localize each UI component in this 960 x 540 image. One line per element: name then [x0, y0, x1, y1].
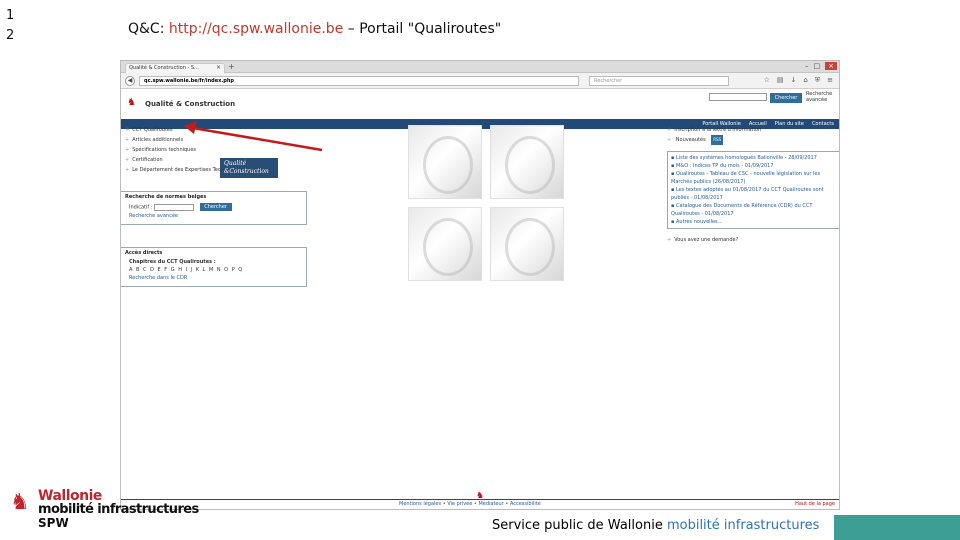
site-search-input[interactable] — [709, 93, 767, 101]
left-menu: CCT Qualiroutes Articles additionnels Sp… — [125, 125, 310, 175]
normes-box-title: Recherche de normes belges — [125, 194, 207, 200]
back-to-top-link[interactable]: Haut de la page — [795, 501, 835, 507]
browser-search-placeholder: Rechercher — [594, 78, 623, 84]
browser-nav-bar: ◀ qc.spw.wallonie.be/fr/index.php Recher… — [121, 73, 839, 89]
menu-item-det[interactable]: Le Département des Expertises Techniques… — [125, 165, 310, 175]
news-item[interactable]: Catalogue des Documents de Référence (CD… — [671, 202, 836, 218]
browser-toolbar: ☆ ▤ ↓ ⌂ ⛨ ≡ — [764, 76, 833, 85]
menu-item-cct-qualiroutes[interactable]: CCT Qualiroutes — [125, 125, 310, 135]
photo-tile — [490, 207, 564, 281]
slide-number-list: 1 2 — [6, 6, 14, 46]
download-icon[interactable]: ↓ — [791, 76, 797, 85]
title-suffix: – Portail "Qualiroutes" — [343, 21, 502, 37]
site-header: ♞ Qualité & Construction Chercher Recher… — [121, 89, 839, 119]
news-item[interactable]: Les textes adoptés au 01/08/2017 du CCT … — [671, 186, 836, 202]
browser-search-input[interactable]: Rechercher — [589, 76, 729, 86]
slide-footer-text: Service public de Wallonie mobilité infr… — [492, 518, 819, 533]
menu-icon[interactable]: ≡ — [827, 76, 833, 85]
normes-indicatif-row: Indicatif : Chercher — [121, 202, 306, 212]
site-search-button[interactable]: Chercher — [770, 93, 802, 103]
brand-mobilite: mobilité infrastructures — [38, 502, 199, 517]
window-controls: – □ × — [805, 62, 837, 70]
menu-item-certification[interactable]: Certification — [125, 155, 310, 165]
nouveautes-link[interactable]: Nouveautés — [676, 137, 706, 143]
photo-grid — [408, 125, 566, 285]
normes-search-box: Recherche de normes belges Indicatif : C… — [121, 191, 307, 225]
address-text: qc.spw.wallonie.be/fr/index.php — [144, 78, 234, 84]
normes-search-button[interactable]: Chercher — [199, 203, 232, 211]
title-prefix: Q&C: — [128, 21, 169, 37]
indicatif-input[interactable] — [154, 203, 194, 211]
brand-spw: SPW — [38, 516, 69, 530]
footer-accent: mobilité infrastructures — [666, 518, 820, 533]
slide-number: 1 — [6, 8, 15, 23]
shield-icon[interactable]: ⛨ — [815, 76, 820, 85]
advanced-search-link[interactable]: Recherche avancée — [806, 91, 838, 103]
newsletter-link[interactable]: Inscription à la lettre d'information — [667, 125, 839, 135]
indicatif-label: Indicatif : — [129, 204, 153, 211]
photo-tile — [490, 125, 564, 199]
slide-number: 2 — [6, 28, 15, 43]
news-item[interactable]: Liste des systèmes homologués Balionvill… — [671, 154, 836, 162]
star-icon[interactable]: ☆ — [764, 76, 770, 85]
maximize-icon[interactable]: □ — [814, 62, 821, 70]
slide: 1 2 Q&C: http://qc.spw.wallonie.be – Por… — [0, 0, 960, 540]
rooster-logo-icon[interactable]: ♞ — [127, 97, 136, 108]
contact-link[interactable]: Vous avez une demande? — [667, 237, 839, 243]
chapter-letters[interactable]: A B C D E F G H I J K L M N O P Q — [121, 266, 306, 274]
bookmarks-icon[interactable]: ▤ — [777, 76, 784, 85]
acces-box-title: Accès directs — [125, 250, 163, 256]
wallonie-brand-logo: ♞ Wallonie mobilité infrastructures SPW — [10, 488, 199, 534]
browser-screenshot: Qualité & Construction - S... × + – □ × … — [120, 60, 840, 510]
news-item[interactable]: Qualiroutes - Tableau de CSC - nouvelle … — [671, 170, 836, 186]
menu-item-specifications[interactable]: Spécifications techniques — [125, 145, 310, 155]
badge-line: Qualité — [224, 160, 247, 167]
close-window-icon[interactable]: × — [825, 62, 837, 70]
right-column: Inscription à la lettre d'information No… — [667, 125, 839, 243]
title-url-link[interactable]: http://qc.spw.wallonie.be — [169, 21, 343, 37]
chapters-label: Chapitres du CCT Qualiroutes : — [129, 259, 216, 265]
acces-directs-box: Accès directs Chapitres du CCT Qualirout… — [121, 247, 307, 287]
news-item[interactable]: M&O : Indices TP du mois - 01/09/2017 — [671, 162, 836, 170]
cdr-link[interactable]: Recherche dans le CDR — [121, 274, 306, 282]
slide-title: Q&C: http://qc.spw.wallonie.be – Portail… — [128, 21, 501, 37]
badge-line: Construction — [229, 168, 269, 175]
back-arrow-icon[interactable]: ◀ — [125, 76, 135, 86]
nouveautes-row: Nouveautés RSS — [667, 135, 839, 145]
tab-close-icon[interactable]: × — [216, 64, 221, 71]
news-item[interactable]: Autres nouvelles... — [671, 218, 836, 226]
address-bar[interactable]: qc.spw.wallonie.be/fr/index.php — [139, 76, 579, 86]
rooster-icon: ♞ — [10, 490, 30, 515]
minimize-icon[interactable]: – — [805, 62, 809, 70]
photo-tile — [408, 125, 482, 199]
photo-tile — [408, 207, 482, 281]
teal-footer-block — [834, 515, 960, 540]
footer-links[interactable]: Mentions légales • Vie privée • Médiateu… — [399, 501, 541, 507]
rss-icon[interactable]: RSS — [711, 135, 724, 145]
news-list: Liste des systèmes homologués Balionvill… — [667, 151, 839, 229]
tab-title: Qualité & Construction - S... — [129, 65, 199, 71]
footer-rooster-icon: ♞ — [476, 491, 485, 501]
qc-badge-logo: Qualité &Construction — [220, 158, 278, 178]
new-tab-icon[interactable]: + — [228, 62, 235, 71]
site-title: Qualité & Construction — [145, 100, 236, 108]
browser-tab[interactable]: Qualité & Construction - S... × — [125, 63, 225, 73]
site-footer: ♞ Mentions légales • Vie privée • Médiat… — [121, 491, 839, 509]
footer-org: Service public de Wallonie — [492, 518, 667, 533]
browser-tab-bar: Qualité & Construction - S... × + – □ × — [121, 61, 839, 73]
menu-item-articles[interactable]: Articles additionnels — [125, 135, 310, 145]
normes-advanced-link[interactable]: Recherche avancée — [121, 212, 306, 220]
home-icon[interactable]: ⌂ — [803, 76, 807, 85]
